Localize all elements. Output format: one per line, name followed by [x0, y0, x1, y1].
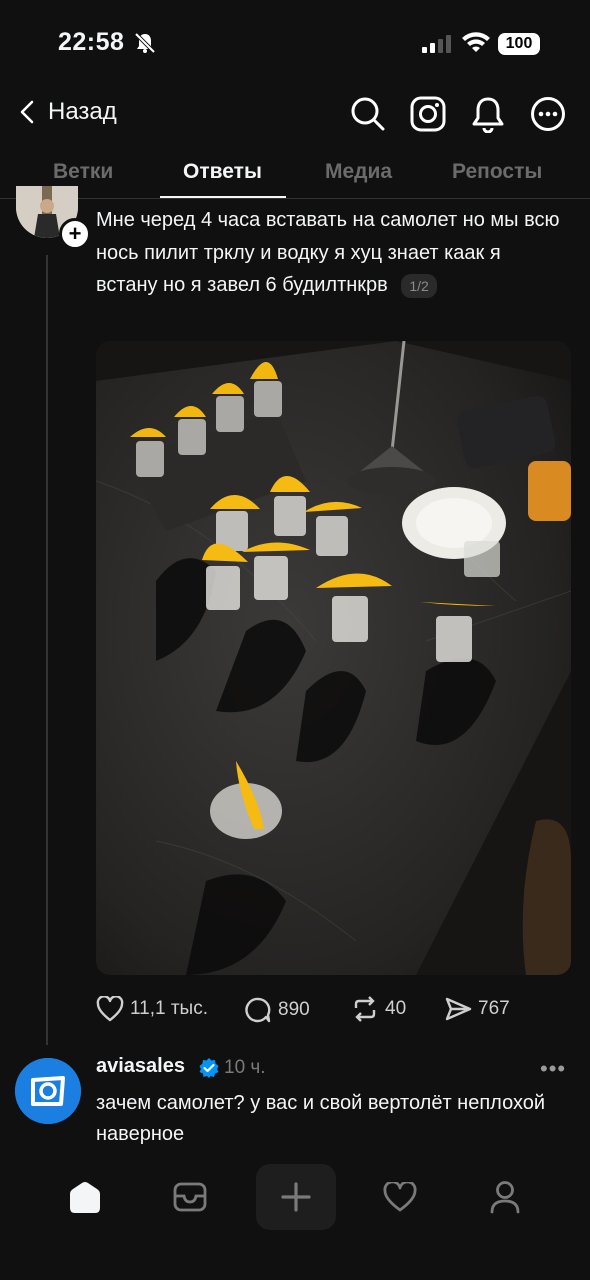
like-button[interactable]: 11,1 тыс. [96, 996, 208, 1022]
wifi-icon [462, 32, 490, 59]
nav-inbox[interactable] [165, 1172, 215, 1222]
instagram-icon[interactable] [409, 95, 447, 133]
battery-indicator: 100 [498, 33, 540, 55]
more-options-icon[interactable] [529, 95, 567, 133]
active-tab-indicator [160, 196, 286, 198]
repost-button[interactable]: 40 [351, 996, 406, 1022]
heart-icon [96, 996, 124, 1022]
thread-connector [46, 255, 48, 1045]
back-button[interactable]: Назад [20, 98, 117, 126]
repost-icon [354, 996, 376, 1022]
send-icon [445, 997, 472, 1021]
nav-home[interactable] [60, 1172, 110, 1222]
bottom-navigation [0, 1150, 590, 1280]
comment-count: 890 [278, 999, 310, 1020]
cellular-signal-icon [422, 35, 454, 58]
comment-icon [245, 997, 271, 1023]
post-text: Мне черед 4 часа вставать на самолет но … [96, 209, 560, 296]
tab-threads[interactable]: Ветки [53, 160, 113, 184]
chevron-left-icon [20, 100, 34, 124]
bell-off-icon [134, 32, 156, 59]
reply-username[interactable]: aviasales [96, 1055, 185, 1078]
inbox-icon [173, 1182, 207, 1212]
tab-replies[interactable]: Ответы [183, 160, 262, 184]
back-label: Назад [48, 98, 117, 125]
profile-icon [490, 1181, 520, 1214]
post-body: Мне черед 4 часа вставать на самолет но … [96, 204, 566, 302]
profile-tabs: Ветки Ответы Медиа Репосты [0, 152, 590, 199]
comment-button[interactable]: 890 [244, 996, 310, 1024]
reply-text: зачем самолет? у вас и свой вертолёт неп… [96, 1092, 546, 1145]
repost-count: 40 [385, 998, 407, 1019]
aviasales-avatar[interactable] [15, 1058, 81, 1124]
verified-badge-icon [199, 1058, 219, 1083]
page-indicator: 1/2 [401, 273, 437, 298]
tab-reposts[interactable]: Репосты [452, 160, 542, 184]
heart-icon [383, 1182, 417, 1212]
nav-profile[interactable] [480, 1172, 530, 1222]
share-button[interactable]: 767 [444, 996, 510, 1022]
like-count: 11,1 тыс. [130, 998, 208, 1019]
reply-timestamp: 10 ч. [224, 1057, 266, 1078]
tab-media[interactable]: Медиа [325, 160, 392, 184]
search-icon[interactable] [349, 95, 387, 133]
follow-plus-button[interactable]: + [59, 218, 91, 250]
post-actions: 11,1 тыс. 890 40 767 [96, 996, 566, 1028]
plus-icon [281, 1182, 311, 1212]
notifications-bell-icon[interactable] [469, 95, 507, 134]
share-count: 767 [478, 998, 510, 1019]
home-icon [70, 1182, 100, 1213]
reply-more-icon[interactable]: ••• [540, 1056, 566, 1082]
post-photo[interactable] [96, 341, 571, 975]
nav-create-button[interactable] [256, 1164, 336, 1230]
nav-activity[interactable] [375, 1172, 425, 1222]
status-time: 22:58 [58, 28, 125, 56]
